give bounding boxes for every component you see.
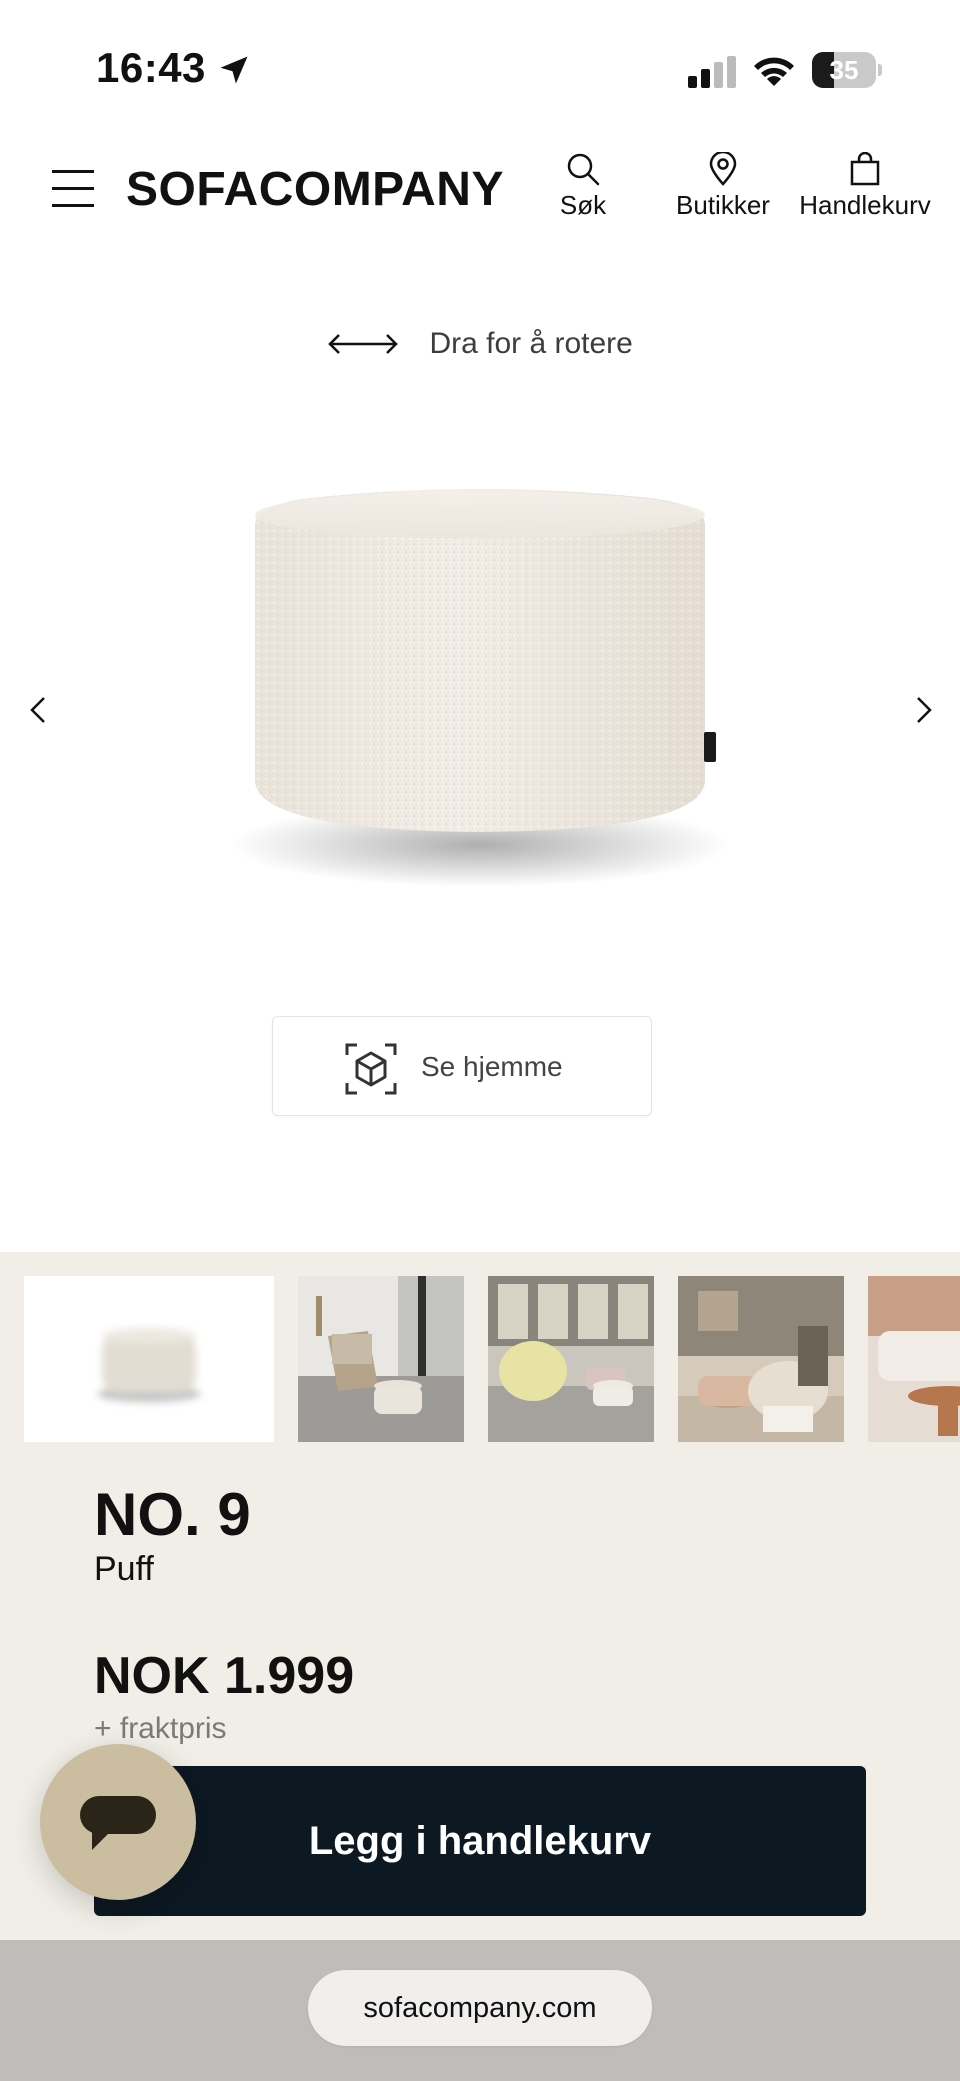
search-icon — [567, 153, 600, 186]
chevron-right-icon[interactable] — [904, 690, 944, 730]
site-header: SOFACOMPANY Søk Butikker Handlekurv — [0, 140, 960, 240]
rotate-hint: Dra for å rotere — [0, 326, 960, 361]
thumbnail-4[interactable] — [678, 1276, 844, 1442]
nav-stores-label: Butikker — [676, 190, 770, 220]
location-pin-icon — [709, 152, 737, 186]
chat-button[interactable] — [40, 1744, 196, 1900]
nav-cart-button[interactable]: Handlekurv — [796, 152, 934, 221]
nav-search-label: Søk — [559, 190, 607, 220]
product-3d-viewer[interactable] — [220, 470, 740, 930]
chevron-left-icon[interactable] — [18, 690, 58, 730]
rotate-arrows-icon — [328, 334, 398, 354]
see-at-home-label: Se hjemme — [421, 1051, 563, 1082]
thumbnail-5[interactable] — [868, 1276, 960, 1442]
thumbnail-2[interactable] — [298, 1276, 464, 1442]
product-type: Puff — [94, 1550, 154, 1588]
see-at-home-button[interactable]: Se hjemme — [272, 1016, 652, 1116]
hamburger-menu-icon[interactable] — [52, 166, 94, 210]
thumbnail-1-selected[interactable] — [24, 1276, 274, 1442]
cellular-signal-icon — [688, 56, 736, 88]
shopping-bag-icon — [850, 152, 880, 186]
add-to-cart-button[interactable]: Legg i handlekurv — [94, 1766, 866, 1916]
nav-cart-label: Handlekurv — [799, 190, 931, 220]
ar-cube-icon — [345, 1043, 397, 1095]
shipping-note: + fraktpris — [94, 1712, 227, 1745]
battery-level: 35 — [829, 55, 859, 85]
browser-bottom-bar: sofacompany.com — [0, 1940, 960, 2081]
product-name: NO. 9 — [94, 1481, 251, 1548]
thumbnail-3[interactable] — [488, 1276, 654, 1442]
nav-stores-button[interactable]: Butikker — [668, 152, 778, 221]
nav-search-button[interactable]: Søk — [548, 152, 618, 221]
url-bar[interactable]: sofacompany.com — [308, 1970, 652, 2046]
site-logo[interactable]: SOFACOMPANY — [126, 162, 504, 217]
rotate-hint-label: Dra for å rotere — [429, 327, 633, 361]
status-time: 16:43 — [96, 44, 206, 91]
chat-bubble-icon — [80, 1796, 156, 1850]
status-bar: 16:43 35 — [0, 0, 960, 120]
battery-icon: 35 — [812, 52, 882, 88]
wifi-icon — [754, 57, 794, 86]
thumbnail-gallery — [0, 1276, 960, 1442]
product-price: NOK 1.999 — [94, 1647, 355, 1705]
location-arrow-icon — [220, 56, 248, 84]
